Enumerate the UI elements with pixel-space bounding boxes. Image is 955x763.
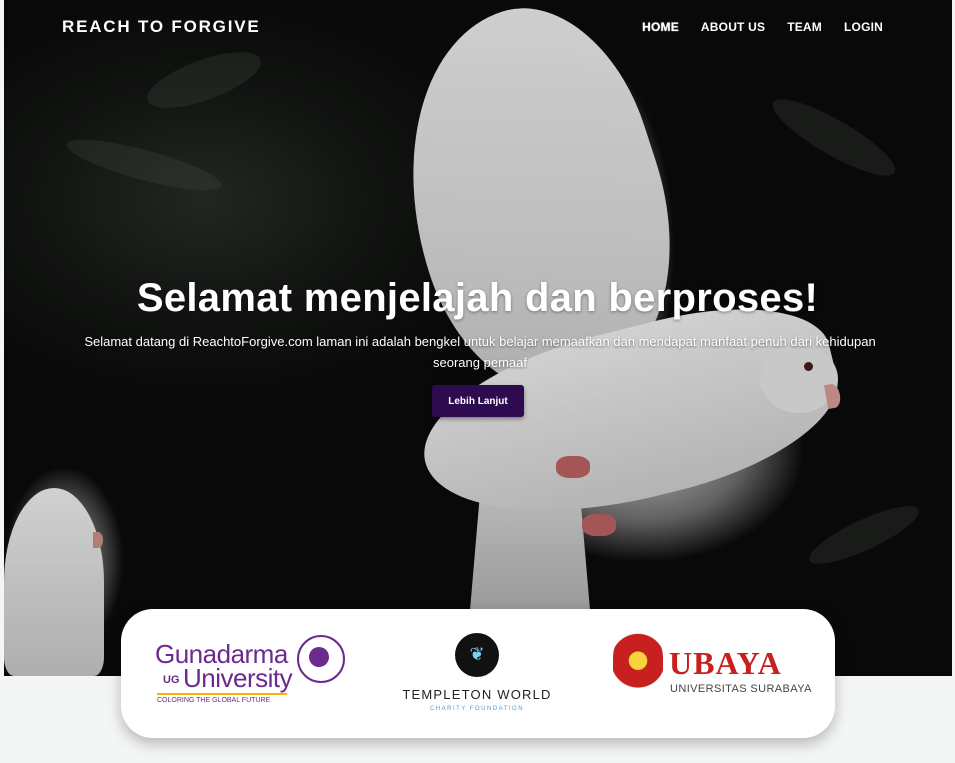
hero-subtitle: Selamat datang di ReachtoForgive.com lam… [84,334,876,370]
main-nav: HOME ABOUT US TEAM LOGIN [642,20,883,34]
gunadarma-badge: UG [163,674,180,686]
gunadarma-underline [157,693,287,695]
hero-title: Selamat menjelajah dan berproses! [136,276,819,320]
nav-login[interactable]: LOGIN [844,20,883,34]
learn-more-button[interactable]: Lebih Lanjut [432,385,524,417]
gunadarma-university: University [183,663,293,693]
gunadarma-logo[interactable]: Gunadarma UG University COLORING THE GLO… [155,633,355,713]
gunadarma-tagline: COLORING THE GLOBAL FUTURE [157,697,271,704]
ubaya-crest-icon [613,631,663,697]
templeton-sub: CHARITY FOUNDATION [429,706,525,712]
partners-panel: Gunadarma UG University COLORING THE GLO… [121,609,835,738]
butterfly-icon: ❦ [455,633,499,677]
page: REACH TO FORGIVE HOME ABOUT US TEAM LOGI… [0,0,955,763]
nav-about-us[interactable]: ABOUT US [701,20,765,34]
nav-home[interactable]: HOME [642,20,679,34]
templeton-name: TEMPLETON WORLD [402,687,552,702]
ubaya-logo[interactable]: UBAYA UNIVERSITAS SURABAYA [613,629,813,719]
brand-logo[interactable]: REACH TO FORGIVE [62,17,261,37]
gunadarma-seal-icon [297,635,345,683]
ubaya-name: UBAYA [669,645,782,681]
ubaya-sub: UNIVERSITAS SURABAYA [670,683,812,695]
templeton-logo[interactable]: ❦ TEMPLETON WORLD CHARITY FOUNDATION [397,629,557,719]
nav-team[interactable]: TEAM [787,20,822,34]
